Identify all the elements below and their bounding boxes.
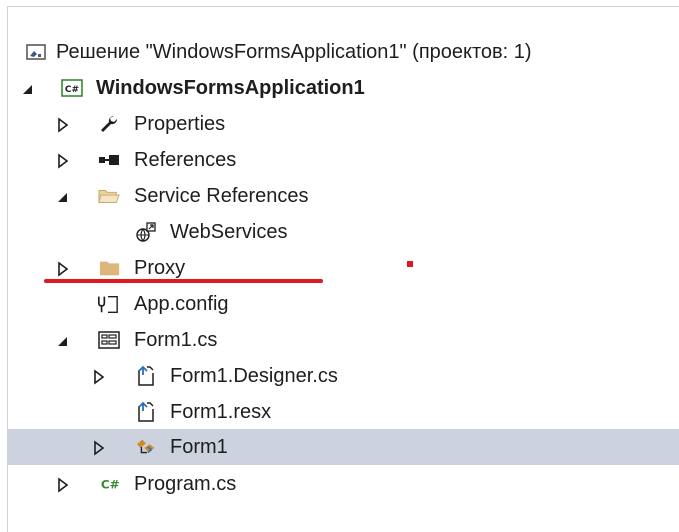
tree-row-references[interactable]: References (8, 142, 679, 178)
solution-label: Решение "WindowsFormsApplication1" (прое… (56, 41, 532, 63)
web-service-icon (135, 221, 157, 243)
cs-file-icon (135, 365, 157, 387)
references-icon (98, 149, 120, 171)
webservices-label: WebServices (170, 221, 288, 243)
collapse-arrow-icon[interactable] (21, 80, 35, 96)
expand-arrow-icon[interactable] (56, 152, 70, 169)
tree-row-project[interactable]: C# WindowsFormsApplication1 (8, 70, 679, 106)
expand-arrow-icon[interactable] (56, 116, 70, 133)
service-references-label: Service References (134, 185, 309, 207)
tree-row-properties[interactable]: Properties (8, 106, 679, 142)
svg-text:C#: C# (65, 85, 79, 95)
form1-label: Form1 (170, 436, 228, 458)
expand-arrow-icon[interactable] (92, 368, 106, 385)
red-underline-annotation (44, 279, 323, 283)
csharp-file-icon: C# (100, 473, 122, 495)
project-label: WindowsFormsApplication1 (96, 77, 365, 99)
tree-row-app-config[interactable]: App.config (8, 286, 679, 322)
form-file-icon (98, 329, 120, 351)
properties-label: Properties (134, 113, 226, 135)
red-dot-annotation (407, 261, 413, 267)
collapse-arrow-icon[interactable] (56, 188, 70, 204)
svg-text:C#: C# (101, 478, 120, 492)
tree-row-form1-cs[interactable]: Form1.cs (8, 322, 679, 358)
form-class-icon (135, 436, 157, 458)
wrench-icon (98, 113, 120, 135)
collapse-arrow-icon[interactable] (56, 332, 70, 348)
tree-row-solution[interactable]: Решение "WindowsFormsApplication1" (прое… (8, 34, 679, 70)
folder-open-icon (98, 185, 120, 207)
tree-row-form1-designer[interactable]: Form1.Designer.cs (8, 358, 679, 394)
tree-row-form1-resx[interactable]: Form1.resx (8, 394, 679, 430)
expand-arrow-icon[interactable] (56, 476, 70, 493)
tree-row-service-references[interactable]: Service References (8, 178, 679, 214)
program-cs-label: Program.cs (134, 473, 237, 495)
tree-row-program-cs[interactable]: C# Program.cs (8, 466, 679, 502)
resx-file-icon (135, 401, 157, 423)
expand-arrow-icon[interactable] (92, 439, 106, 456)
tree-row-webservices[interactable]: WebServices (8, 214, 679, 250)
solution-icon (26, 41, 48, 63)
config-file-icon (97, 293, 119, 315)
references-label: References (134, 149, 237, 171)
solution-explorer-panel: Решение "WindowsFormsApplication1" (прое… (7, 6, 679, 532)
csharp-project-icon: C# (61, 77, 83, 99)
expand-arrow-icon[interactable] (56, 260, 70, 277)
form1-cs-label: Form1.cs (134, 329, 218, 351)
folder-icon (99, 257, 121, 279)
form1-resx-label: Form1.resx (170, 401, 272, 423)
form1-designer-label: Form1.Designer.cs (170, 365, 338, 387)
app-config-label: App.config (134, 293, 229, 315)
tree-row-form1[interactable]: Form1 (8, 429, 679, 465)
